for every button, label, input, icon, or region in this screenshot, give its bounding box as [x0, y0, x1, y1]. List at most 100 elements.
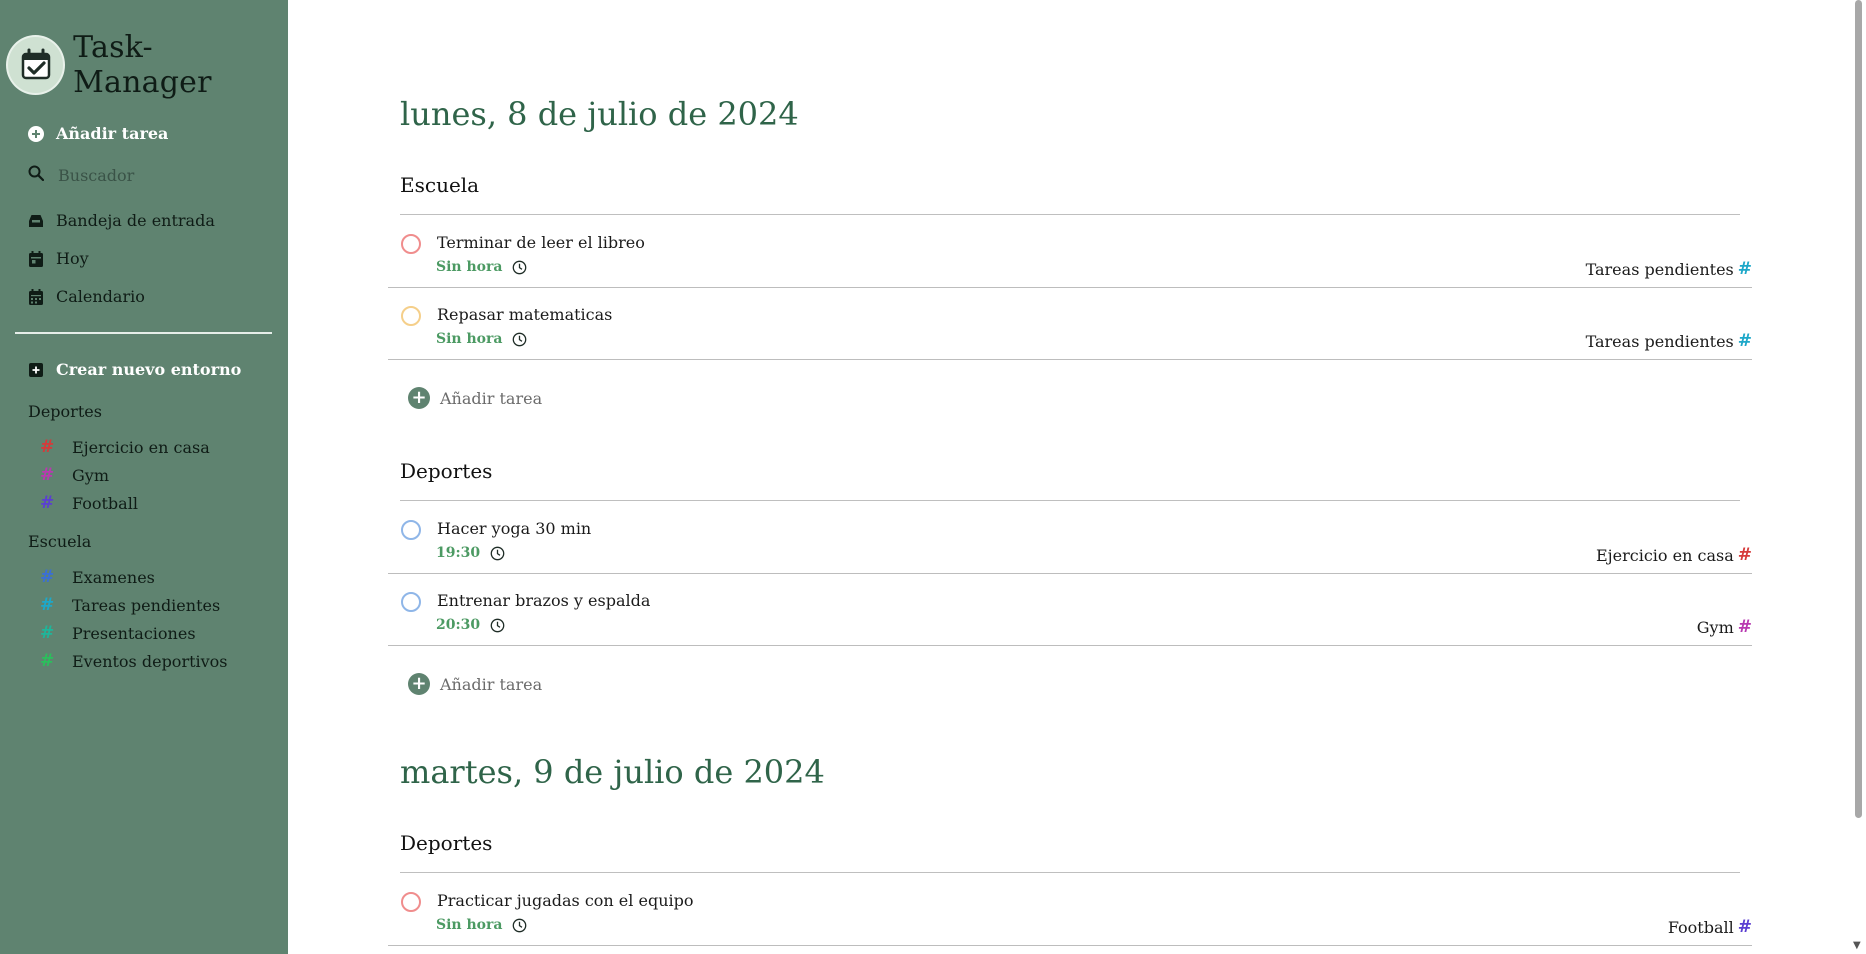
- sidebar-item-label: Hoy: [56, 249, 89, 268]
- create-environment-label: Crear nuevo entorno: [56, 360, 242, 379]
- task-time-label: 19:30: [436, 545, 481, 561]
- task-name[interactable]: Hacer yoga 30 min: [437, 519, 591, 538]
- inbox-icon: [28, 213, 44, 229]
- hash-icon: #: [40, 567, 55, 587]
- task-tag[interactable]: Tareas pendientes #: [1586, 331, 1752, 351]
- task-name[interactable]: Entrenar brazos y espalda: [437, 591, 650, 610]
- row-divider: [388, 359, 1752, 360]
- clock-icon: [490, 546, 505, 561]
- task-time-label: Sin hora: [436, 259, 503, 275]
- tag-item-gym[interactable]: # Gym: [40, 465, 109, 485]
- task-complete-checkbox[interactable]: [401, 592, 421, 612]
- add-task-inline-button[interactable]: + Añadir tarea: [408, 387, 542, 409]
- tag-label: Ejercicio en casa: [72, 437, 210, 457]
- task-tag-label: Tareas pendientes: [1585, 331, 1734, 351]
- group-title-escuela: Escuela: [28, 532, 92, 551]
- search-icon: [28, 165, 45, 185]
- tag-item-ejercicio-en-casa[interactable]: # Ejercicio en casa: [40, 437, 210, 457]
- plus-square-icon: [28, 362, 44, 378]
- add-task-label: Añadir tarea: [56, 124, 169, 143]
- section-title: Deportes: [400, 459, 493, 483]
- hash-icon: #: [40, 595, 55, 615]
- hash-icon: #: [1737, 545, 1752, 565]
- task-name[interactable]: Terminar de leer el libreo: [437, 233, 645, 252]
- task-tag[interactable]: Ejercicio en casa #: [1596, 545, 1752, 565]
- section-divider: [400, 214, 1740, 215]
- vertical-scrollbar[interactable]: ▼: [1850, 0, 1866, 954]
- hash-icon: #: [1737, 259, 1752, 279]
- clock-icon: [512, 918, 527, 933]
- hash-icon: #: [1737, 917, 1752, 937]
- main-content: lunes, 8 de julio de 2024 Escuela Termin…: [288, 0, 1850, 954]
- task-complete-checkbox[interactable]: [401, 234, 421, 254]
- task-tag-label: Ejercicio en casa: [1596, 545, 1734, 565]
- app-title: Task-Manager: [73, 30, 212, 100]
- row-divider: [388, 287, 1752, 288]
- sidebar-item-calendar[interactable]: Calendario: [28, 287, 145, 306]
- task-time[interactable]: Sin hora: [436, 331, 527, 347]
- task-tag-label: Tareas pendientes: [1585, 259, 1734, 279]
- task-complete-checkbox[interactable]: [401, 520, 421, 540]
- tag-item-examenes[interactable]: # Examenes: [40, 567, 155, 587]
- sidebar: Task-Manager Añadir tarea Bandeja de ent…: [0, 0, 288, 954]
- plus-circle-icon: +: [408, 387, 430, 409]
- hash-icon: #: [1737, 331, 1752, 351]
- task-tag[interactable]: Tareas pendientes #: [1586, 259, 1752, 279]
- scrollbar-thumb[interactable]: [1855, 0, 1862, 818]
- hash-icon: #: [40, 623, 55, 643]
- task-time[interactable]: Sin hora: [436, 259, 527, 275]
- task-time-label: 20:30: [436, 617, 481, 633]
- sidebar-item-label: Bandeja de entrada: [56, 211, 215, 230]
- scroll-down-icon[interactable]: ▼: [1853, 940, 1861, 951]
- task-name[interactable]: Repasar matematicas: [437, 305, 612, 324]
- task-time[interactable]: 19:30: [436, 545, 505, 561]
- tag-item-football[interactable]: # Football: [40, 493, 138, 513]
- tag-item-eventos-deportivos[interactable]: # Eventos deportivos: [40, 651, 228, 671]
- tag-item-tareas-pendientes[interactable]: # Tareas pendientes: [40, 595, 220, 615]
- tag-item-presentaciones[interactable]: # Presentaciones: [40, 623, 196, 643]
- section-title: Escuela: [400, 173, 480, 197]
- row-divider: [388, 945, 1752, 946]
- add-task-label: Añadir tarea: [440, 388, 543, 408]
- task-time[interactable]: 20:30: [436, 617, 505, 633]
- task-complete-checkbox[interactable]: [401, 892, 421, 912]
- create-environment-button[interactable]: Crear nuevo entorno: [28, 360, 241, 379]
- sidebar-item-label: Calendario: [56, 287, 145, 306]
- day-title: martes, 9 de julio de 2024: [400, 753, 825, 791]
- task-time[interactable]: Sin hora: [436, 917, 527, 933]
- calendar-day-icon: [28, 250, 44, 267]
- hash-icon: #: [1737, 617, 1752, 637]
- search-input[interactable]: [58, 165, 238, 185]
- tag-label: Football: [72, 493, 138, 513]
- hash-icon: #: [40, 651, 55, 671]
- plus-circle-icon: [28, 125, 44, 142]
- brand[interactable]: Task-Manager: [6, 30, 288, 100]
- plus-circle-icon: +: [408, 673, 430, 695]
- task-tag[interactable]: Football #: [1668, 917, 1752, 937]
- clock-icon: [490, 618, 505, 633]
- tag-label: Examenes: [72, 567, 155, 587]
- row-divider: [388, 573, 1752, 574]
- tag-label: Gym: [72, 465, 109, 485]
- section-title: Deportes: [400, 831, 493, 855]
- sidebar-item-inbox[interactable]: Bandeja de entrada: [28, 211, 215, 230]
- sidebar-divider: [15, 332, 272, 334]
- tag-label: Eventos deportivos: [72, 651, 228, 671]
- task-tag[interactable]: Gym #: [1697, 617, 1752, 637]
- add-task-button[interactable]: Añadir tarea: [28, 124, 168, 143]
- sidebar-item-today[interactable]: Hoy: [28, 249, 89, 268]
- add-task-label: Añadir tarea: [440, 674, 543, 694]
- tag-label: Tareas pendientes: [72, 595, 221, 615]
- task-complete-checkbox[interactable]: [401, 306, 421, 326]
- clock-icon: [512, 332, 527, 347]
- section-divider: [400, 872, 1740, 873]
- calendar-icon: [28, 288, 44, 305]
- app-logo-icon: [6, 35, 66, 95]
- task-time-label: Sin hora: [436, 917, 503, 933]
- task-name[interactable]: Practicar jugadas con el equipo: [437, 891, 693, 910]
- task-tag-label: Gym: [1696, 617, 1734, 637]
- task-tag-label: Football: [1667, 917, 1734, 937]
- tag-label: Presentaciones: [72, 623, 196, 643]
- add-task-inline-button[interactable]: + Añadir tarea: [408, 673, 542, 695]
- hash-icon: #: [40, 493, 55, 513]
